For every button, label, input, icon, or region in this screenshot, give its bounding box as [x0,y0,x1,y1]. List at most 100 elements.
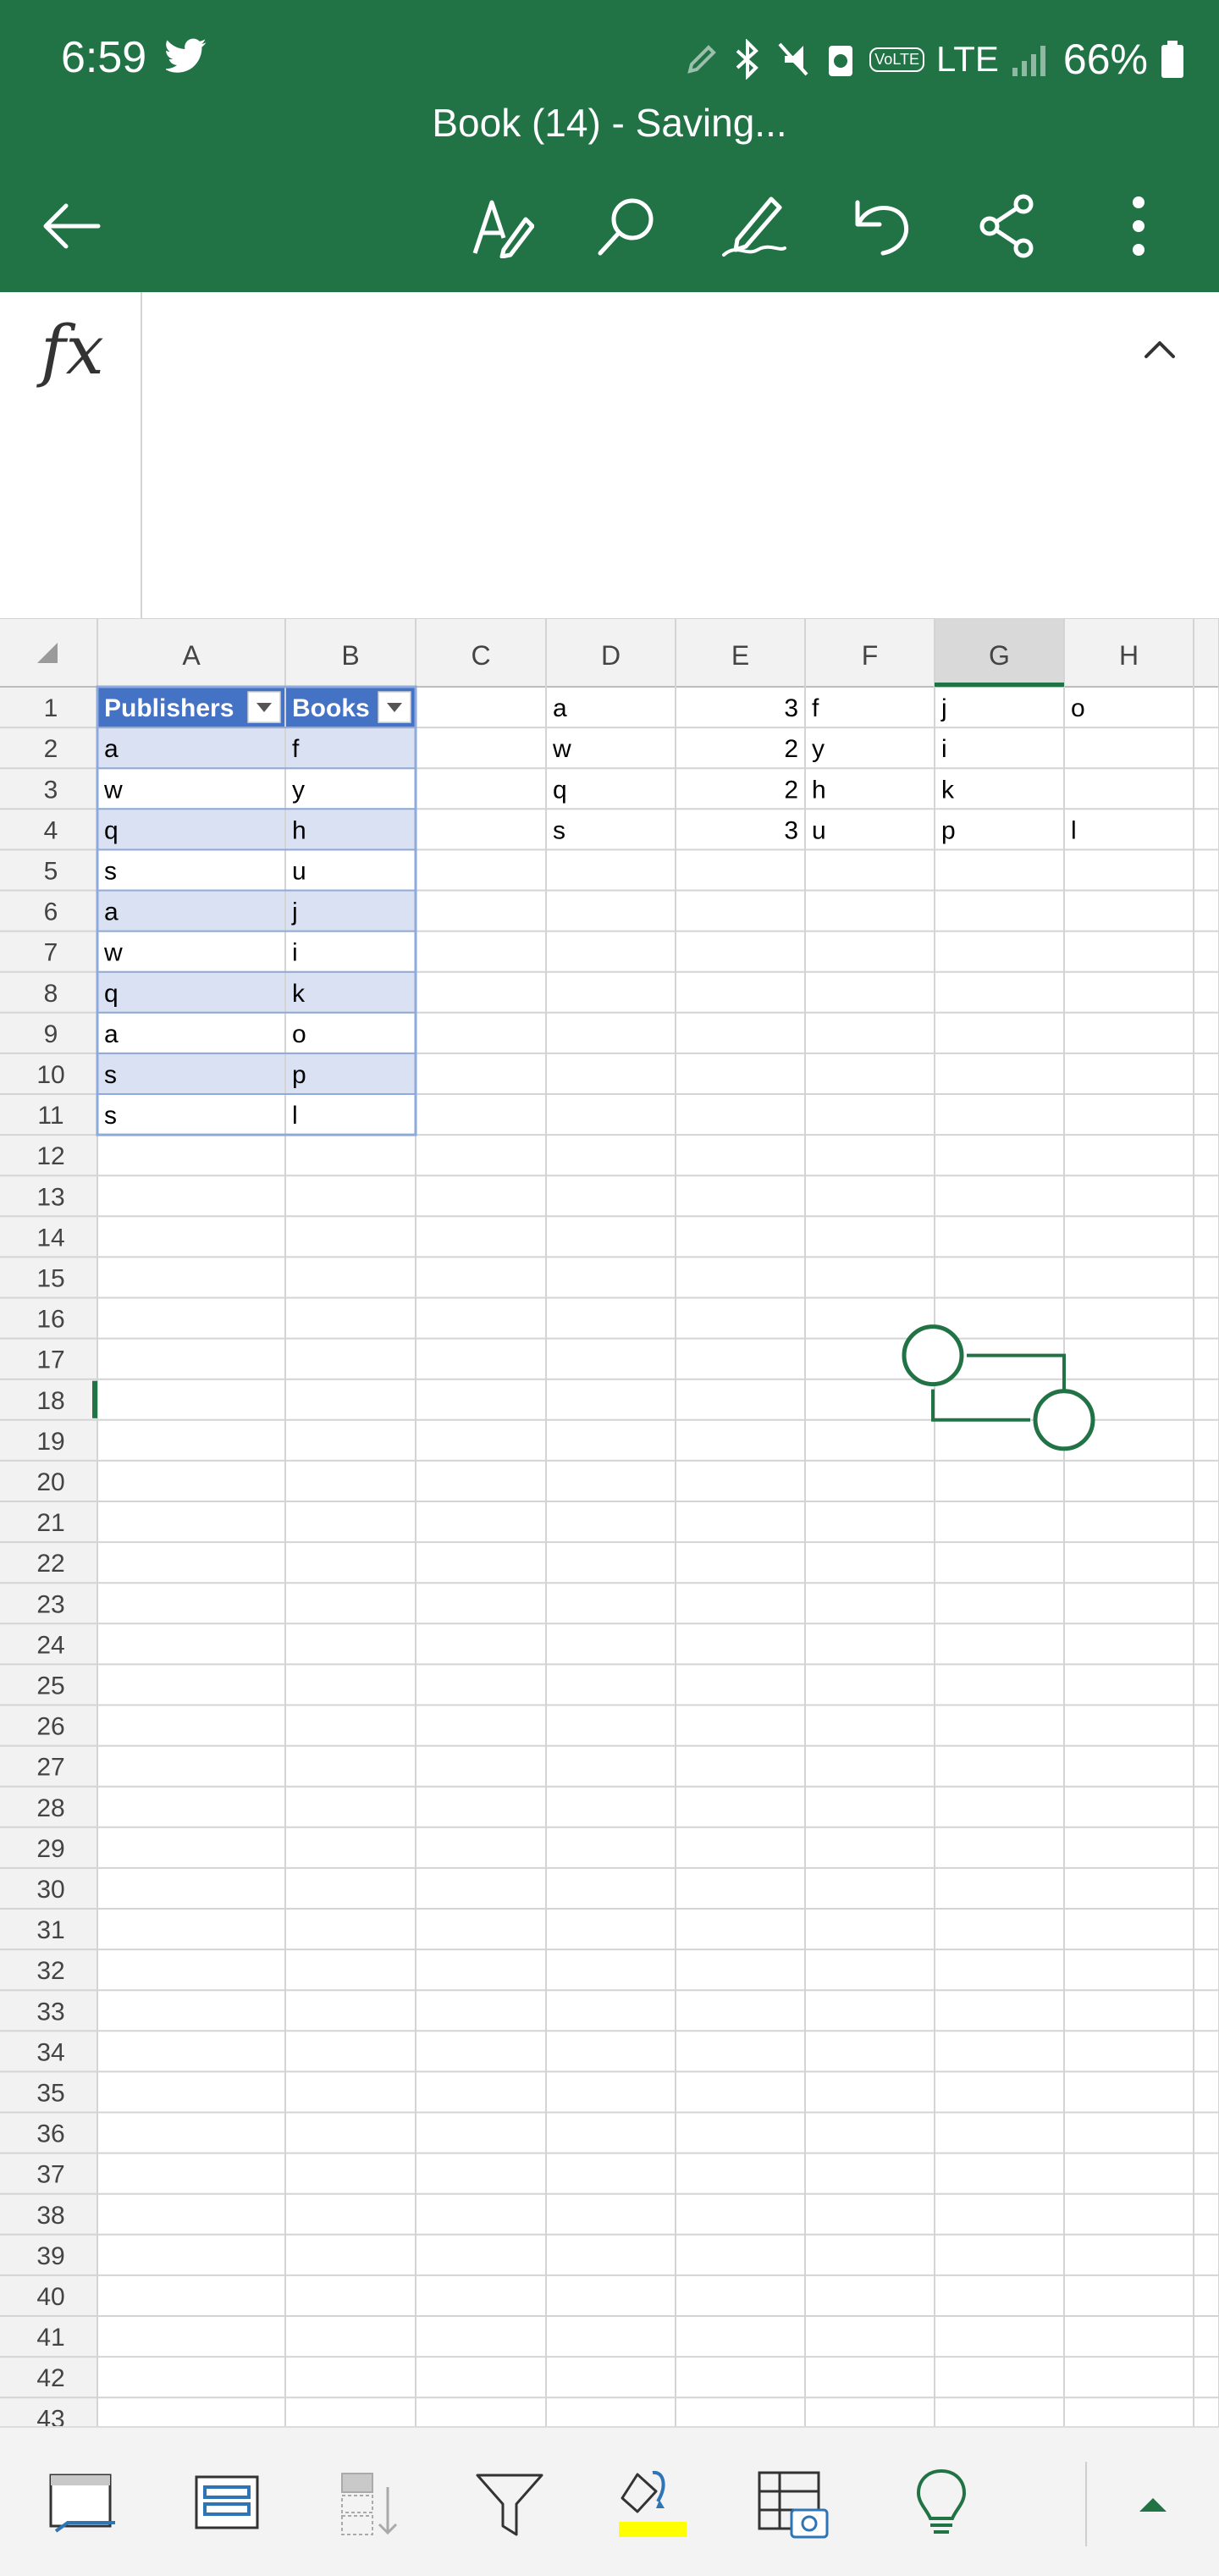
table-cell[interactable]: h [292,816,306,844]
column-header-e[interactable]: E [731,640,749,671]
row-header[interactable]: 43 [36,2405,64,2433]
more-options-button[interactable] [1100,188,1177,264]
row-header[interactable]: 41 [36,2324,64,2352]
fill-color-button[interactable] [608,2462,692,2546]
row-header[interactable]: 20 [36,1468,64,1496]
table-cell[interactable]: s [104,1102,117,1130]
table-cell[interactable]: a [104,1020,119,1048]
row-header[interactable]: 18 [36,1387,64,1415]
row-header[interactable]: 7 [44,939,58,967]
selection-handle-end[interactable] [1033,1389,1095,1451]
table-cell[interactable]: f [292,735,300,763]
cell-f1[interactable]: f [812,694,819,722]
text-format-button[interactable] [464,188,540,264]
row-header[interactable]: 23 [36,1590,64,1618]
row-header[interactable]: 27 [36,1754,64,1782]
row-header[interactable]: 21 [36,1509,64,1537]
row-header[interactable]: 26 [36,1713,64,1741]
row-header[interactable]: 22 [36,1550,64,1578]
row-header[interactable]: 11 [37,1102,63,1130]
row-header[interactable]: 12 [36,1142,64,1170]
cell-g1[interactable]: j [940,694,947,722]
table-cell[interactable]: s [104,857,117,885]
table-cell[interactable]: y [292,776,305,804]
row-header[interactable]: 36 [36,2120,64,2148]
row-header[interactable]: 28 [36,1794,64,1822]
cell-h1[interactable]: o [1071,694,1085,722]
table-header-cell[interactable]: Publishers [104,694,234,722]
expand-toolbar-button[interactable] [1111,2462,1195,2546]
insert-picture-button[interactable] [750,2462,835,2546]
table-cell[interactable]: q [104,816,119,844]
row-header[interactable]: 5 [44,857,58,885]
cell-g2[interactable]: i [941,735,947,763]
table-cell[interactable]: p [292,1061,306,1089]
table-header-cell[interactable]: Books [292,694,370,722]
row-header[interactable]: 31 [36,1916,64,1944]
cell-f2[interactable]: y [812,735,825,763]
formula-input[interactable] [161,318,1092,368]
cell-e1[interactable]: 3 [784,694,798,722]
row-header[interactable]: 34 [36,2038,64,2066]
column-header-d[interactable]: D [601,640,621,671]
row-header[interactable]: 13 [36,1183,64,1211]
row-header[interactable]: 15 [36,1264,64,1292]
row-header[interactable]: 19 [36,1428,64,1456]
table-cell[interactable]: w [103,776,123,804]
row-header[interactable]: 17 [36,1346,64,1374]
table-cell[interactable]: q [104,980,119,1008]
share-button[interactable] [970,188,1046,264]
ideas-button[interactable] [899,2462,984,2546]
table-cell[interactable]: u [292,857,306,885]
row-header[interactable]: 32 [36,1957,64,1985]
row-header[interactable]: 3 [44,776,58,804]
search-button[interactable] [589,188,665,264]
row-header[interactable]: 4 [44,816,58,844]
undo-button[interactable] [843,188,919,264]
column-header-b[interactable]: B [341,640,359,671]
row-header[interactable]: 24 [36,1631,64,1659]
spreadsheet-grid[interactable]: A B C D E F G H 1 2 3 4 5 6 7 8 9 10 11 12 13 14 15 16 17 18 19 20 2… [0,619,1219,2440]
column-header-g[interactable]: G [989,640,1010,671]
table-cell[interactable]: a [104,735,119,763]
column-header-c[interactable]: C [471,640,490,671]
table-cell[interactable]: s [104,1061,117,1089]
row-header[interactable]: 1 [44,694,58,722]
freeze-panes-button[interactable] [41,2462,125,2546]
table-cell[interactable]: l [292,1102,298,1130]
row-header[interactable]: 37 [36,2161,64,2189]
cell-e3[interactable]: 2 [784,776,798,804]
table-cell[interactable]: w [103,939,123,967]
cell-d3[interactable]: q [553,776,567,804]
cell-d1[interactable]: a [553,694,567,722]
cell-e2[interactable]: 2 [784,735,798,763]
column-header-f[interactable]: F [862,640,879,671]
row-header[interactable]: 38 [36,2202,64,2230]
selection-handle-start[interactable] [902,1324,964,1387]
row-header[interactable]: 29 [36,1835,64,1863]
cell-h4[interactable]: l [1071,816,1077,844]
filter-button[interactable] [467,2462,552,2546]
table-cell[interactable]: i [292,939,298,967]
row-header[interactable]: 30 [36,1876,64,1904]
table-cell[interactable]: a [104,898,119,926]
row-header[interactable]: 2 [44,735,58,763]
row-header[interactable]: 6 [44,898,58,926]
cell-f4[interactable]: u [812,816,826,844]
table-cell[interactable]: j [291,898,298,926]
cell-d2[interactable]: w [552,735,571,763]
draw-button[interactable] [716,188,792,264]
column-header-a[interactable]: A [182,640,201,671]
insert-rows-button[interactable] [328,2462,413,2546]
cell-f3[interactable]: h [812,776,826,804]
cell-g3[interactable]: k [941,776,955,804]
collapse-formula-button[interactable] [1134,323,1185,378]
row-header[interactable]: 42 [36,2364,64,2392]
cell-d4[interactable]: s [553,816,565,844]
row-header[interactable]: 40 [36,2283,64,2311]
row-header[interactable]: 35 [36,2079,64,2107]
row-header[interactable]: 10 [36,1061,64,1089]
row-header[interactable]: 16 [36,1306,64,1334]
back-button[interactable] [32,188,108,264]
row-header[interactable]: 33 [36,1998,64,2026]
